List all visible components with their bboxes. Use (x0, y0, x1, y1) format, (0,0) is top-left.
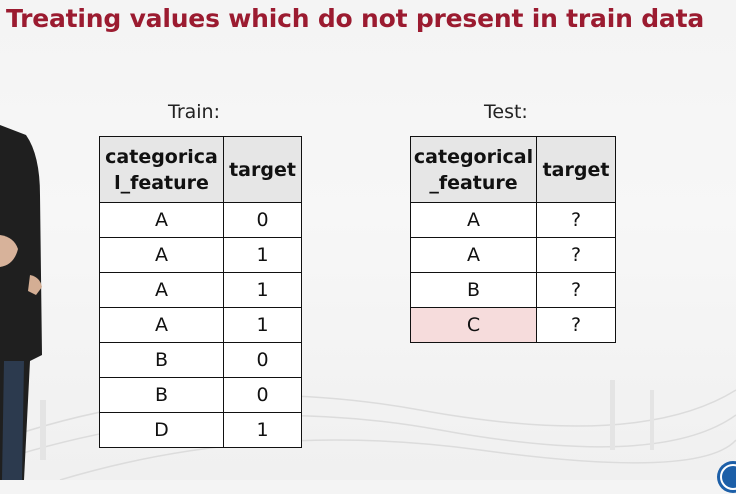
presenter-figure (0, 125, 42, 480)
test-feature-cell: A (410, 237, 537, 273)
train-target-cell: 1 (223, 237, 302, 273)
table-row: B 0 (99, 342, 302, 378)
train-feature-cell: A (99, 272, 224, 308)
test-feature-header-line1: categorical (413, 145, 534, 168)
train-feature-cell: B (99, 377, 224, 413)
corner-logo-icon (717, 461, 736, 493)
table-row: A ? (410, 202, 616, 238)
table-row: D 1 (99, 412, 302, 448)
table-row: A 1 (99, 272, 302, 308)
test-target-cell: ? (536, 272, 616, 308)
train-feature-header: categorica l_feature (99, 136, 224, 203)
train-header-row: categorica l_feature target (99, 136, 302, 203)
train-feature-cell: A (99, 202, 224, 238)
table-row: B ? (410, 272, 616, 308)
test-label: Test: (484, 101, 528, 123)
test-feature-cell-unseen: C (410, 307, 537, 343)
train-target-cell: 0 (223, 377, 302, 413)
table-row: B 0 (99, 377, 302, 413)
train-feature-cell: A (99, 307, 224, 343)
train-label: Train: (168, 101, 220, 123)
train-feature-header-line1: categorica (105, 145, 218, 168)
table-row: A 1 (99, 237, 302, 273)
test-target-cell: ? (536, 307, 616, 343)
table-row: A 0 (99, 202, 302, 238)
table-row: C ? (410, 307, 616, 343)
table-row: A ? (410, 237, 616, 273)
train-target-cell: 0 (223, 342, 302, 378)
train-target-cell: 1 (223, 272, 302, 308)
test-feature-header-line2: _feature (429, 171, 518, 194)
test-target-cell: ? (536, 202, 616, 238)
test-feature-cell: B (410, 272, 537, 308)
train-feature-cell: D (99, 412, 224, 448)
test-target-header: target (536, 136, 616, 203)
train-target-header: target (223, 136, 302, 203)
slide-title: Treating values which do not present in … (6, 4, 704, 33)
train-target-cell: 1 (223, 412, 302, 448)
test-feature-header: categorical _feature (410, 136, 537, 203)
table-row: A 1 (99, 307, 302, 343)
test-table: categorical _feature target A ? A ? B ? … (410, 136, 616, 343)
test-feature-cell: A (410, 202, 537, 238)
train-feature-cell: B (99, 342, 224, 378)
train-feature-header-line2: l_feature (114, 171, 209, 194)
train-feature-cell: A (99, 237, 224, 273)
train-table: categorica l_feature target A 0 A 1 A 1 … (99, 136, 302, 448)
test-header-row: categorical _feature target (410, 136, 616, 203)
test-target-cell: ? (536, 237, 616, 273)
train-target-cell: 1 (223, 307, 302, 343)
train-target-cell: 0 (223, 202, 302, 238)
